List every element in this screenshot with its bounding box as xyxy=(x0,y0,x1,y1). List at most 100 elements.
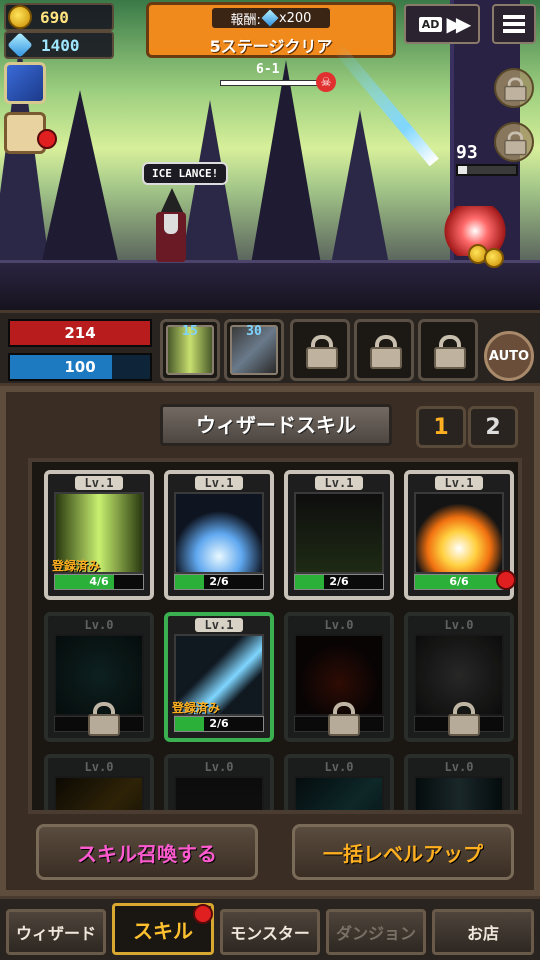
locked-feature-icon[interactable] xyxy=(494,122,534,162)
skill-card[interactable]: Lv.1 6/6 xyxy=(404,470,516,600)
battle-scene: 690 1400 報酬: x200 5ステージクリア AD ▶▶ 6-1 ☠ I… xyxy=(0,0,540,310)
skill-card[interactable]: Lv.1 2/6 xyxy=(284,470,394,600)
ground xyxy=(0,260,540,310)
notification-dot xyxy=(496,570,516,590)
menu-icon xyxy=(503,12,525,36)
skill-card[interactable]: Lv.0 xyxy=(284,612,394,742)
bottom-nav: ウィザード スキル モンスター ダンジョン お店 xyxy=(0,896,540,960)
skill-level: Lv.0 xyxy=(444,618,474,632)
gem-icon xyxy=(261,9,279,27)
teal-swirl-skill-art xyxy=(294,776,384,810)
skill-panel: ウィザードスキル 1 2 Lv.1 4/6 登録済み Lv.1 2/6 Lv.1 2/6 Lv… xyxy=(0,386,540,896)
skill-level: Lv.1 xyxy=(75,476,123,490)
nav-tab-shop[interactable]: お店 xyxy=(432,909,534,955)
menu-button[interactable] xyxy=(492,4,536,44)
skill-card[interactable]: Lv.0 xyxy=(164,754,274,810)
skill-progress-text: 2/6 xyxy=(209,717,229,730)
scroll-icon[interactable] xyxy=(4,112,57,154)
dark-figure-skill-art xyxy=(174,776,264,810)
spellbook-icon[interactable] xyxy=(4,62,46,104)
skill-level: Lv.0 xyxy=(444,760,474,774)
golden-slash-skill-art xyxy=(54,776,144,810)
nav-tab-skill[interactable]: スキル xyxy=(112,903,214,955)
mp-value: 100 xyxy=(64,358,96,376)
skill-progress-text: 2/6 xyxy=(329,575,349,588)
auto-button[interactable]: AUTO xyxy=(484,331,534,381)
ad-fast-forward-button[interactable]: AD ▶▶ xyxy=(404,4,480,44)
summon-skill-button[interactable]: スキル召喚する xyxy=(36,824,258,880)
skill-level: Lv.0 xyxy=(84,760,114,774)
gem-counter: 1400 xyxy=(4,31,114,59)
ice-crystal-skill-art xyxy=(174,492,264,574)
registered-label: 登録済み xyxy=(172,701,221,715)
skill-grid: Lv.1 4/6 登録済み Lv.1 2/6 Lv.1 2/6 Lv.1 6/6 Lv.0 Lv.1… xyxy=(28,458,522,814)
lock-icon xyxy=(306,335,338,369)
wizard-character xyxy=(150,188,190,266)
gem-icon xyxy=(7,32,33,58)
enemy-hp-bar xyxy=(456,164,518,176)
hp-value: 214 xyxy=(64,324,96,342)
skill-card[interactable]: Lv.0 xyxy=(44,754,154,810)
equipped-skill-slot-3[interactable] xyxy=(290,319,350,381)
explosion-skill-art xyxy=(414,492,504,574)
bulk-level-up-button[interactable]: 一括レベルアップ xyxy=(292,824,514,880)
notification-dot xyxy=(193,904,213,924)
lock-icon xyxy=(88,702,120,736)
panel-title: ウィザードスキル xyxy=(160,404,392,446)
skill-progress-bar: 2/6 xyxy=(174,574,264,590)
mp-bar: 100 xyxy=(8,353,152,381)
thorn-vines-skill-art xyxy=(294,492,384,574)
skill-level: Lv.0 xyxy=(84,618,114,632)
equipped-skill-slot-5[interactable] xyxy=(418,319,478,381)
lock-icon xyxy=(448,702,480,736)
skill-level: Lv.0 xyxy=(204,760,234,774)
skill-progress-bar: 4/6 xyxy=(54,574,144,590)
lock-icon xyxy=(434,335,466,369)
skill-level: Lv.1 xyxy=(195,618,243,632)
status-bar: 214 100 15 30 AUTO xyxy=(0,310,540,386)
lock-icon xyxy=(504,77,527,102)
skill-level: Lv.1 xyxy=(195,476,243,490)
nav-tab-dungeon[interactable]: ダンジョン xyxy=(326,909,426,955)
page-tab-2[interactable]: 2 xyxy=(468,406,518,448)
skill-card[interactable]: Lv.0 xyxy=(44,612,154,742)
nav-tab-skill-label: スキル xyxy=(133,918,193,943)
hp-bar: 214 xyxy=(8,319,152,347)
nav-tab-wizard[interactable]: ウィザード xyxy=(6,909,106,955)
skill-card[interactable]: Lv.1 2/6 登録済み xyxy=(164,612,274,742)
skill-card[interactable]: Lv.1 4/6 登録済み xyxy=(44,470,154,600)
skill-card[interactable]: Lv.1 2/6 xyxy=(164,470,274,600)
equipped-skill-slot-1[interactable]: 15 xyxy=(160,319,220,381)
equipped-skill-slot-4[interactable] xyxy=(354,319,414,381)
enemy-hp-number: 93 xyxy=(456,142,478,163)
gold-coin-icon xyxy=(8,5,32,29)
quest-banner[interactable]: 報酬: x200 5ステージクリア xyxy=(146,2,396,58)
nav-tab-monster[interactable]: モンスター xyxy=(220,909,320,955)
stage-progress-bar xyxy=(220,80,320,86)
tree-silhouette xyxy=(250,60,322,270)
cooldown-count: 30 xyxy=(246,324,262,339)
skill-progress-bar: 6/6 xyxy=(414,574,504,590)
notification-dot xyxy=(37,129,57,149)
gem-amount: 1400 xyxy=(41,35,80,55)
skill-card[interactable]: Lv.0 xyxy=(404,754,514,810)
reward-amount: x200 xyxy=(278,10,312,26)
skill-progress-text: 4/6 xyxy=(89,575,109,588)
skill-progress-bar: 2/6 xyxy=(174,716,264,732)
lock-icon xyxy=(328,702,360,736)
skill-card[interactable]: Lv.0 xyxy=(284,754,394,810)
skill-level: Lv.0 xyxy=(324,618,354,632)
gold-amount: 690 xyxy=(40,7,69,27)
page-2-label: 2 xyxy=(485,414,501,440)
tree-silhouette xyxy=(330,110,390,270)
quest-title: 5ステージクリア xyxy=(209,37,333,56)
locked-feature-icon[interactable] xyxy=(494,68,534,108)
skill-progress-text: 6/6 xyxy=(449,575,469,588)
skill-level: Lv.1 xyxy=(435,476,483,490)
equipped-skill-slot-2[interactable]: 30 xyxy=(224,319,284,381)
skill-level: Lv.0 xyxy=(324,760,354,774)
page-tab-1[interactable]: 1 xyxy=(416,406,466,448)
cooldown-count: 15 xyxy=(182,324,198,339)
skill-progress-text: 2/6 xyxy=(209,575,229,588)
skill-card[interactable]: Lv.0 xyxy=(404,612,514,742)
